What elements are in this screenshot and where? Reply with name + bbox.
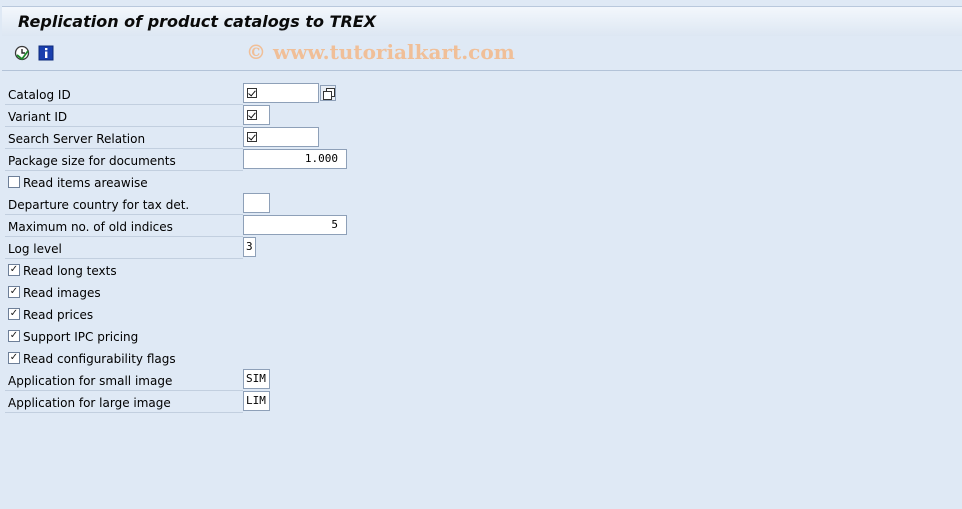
sap-window: Replication of product catalogs to TREX …	[2, 6, 962, 509]
read-long-texts-label: Read long texts	[23, 264, 117, 278]
search-server-relation-row: Search Server Relation	[5, 127, 243, 149]
support-ipc-pricing-row: ✓ Support IPC pricing	[5, 325, 243, 347]
multiple-selection-icon[interactable]	[320, 85, 336, 101]
execute-button[interactable]	[14, 45, 30, 61]
read-images-checkbox[interactable]: ✓	[8, 286, 20, 298]
log-level-input[interactable]: 3	[243, 237, 256, 257]
support-ipc-pricing-checkbox[interactable]: ✓	[8, 330, 20, 342]
app-large-image-row: Application for large image	[5, 391, 243, 413]
read-long-texts-checkbox[interactable]: ✓	[8, 264, 20, 276]
page-title: Replication of product catalogs to TREX	[18, 12, 377, 31]
max-old-indices-row: Maximum no. of old indices	[5, 215, 243, 237]
read-configurability-flags-label: Read configurability flags	[23, 352, 176, 366]
read-images-row: ✓ Read images	[5, 281, 243, 303]
log-level-row: Log level	[5, 237, 243, 259]
execute-clock-icon	[14, 45, 30, 61]
catalog-id-row: Catalog ID	[5, 83, 243, 105]
read-images-label: Read images	[23, 286, 101, 300]
log-level-label: Log level	[8, 242, 62, 256]
read-prices-checkbox[interactable]: ✓	[8, 308, 20, 320]
catalog-id-input[interactable]	[243, 83, 319, 103]
selection-screen: Catalog ID Variant ID Search Server Rela…	[2, 72, 962, 509]
watermark: © www.tutorialkart.com	[246, 40, 515, 64]
app-large-image-label: Application for large image	[8, 396, 171, 410]
variant-id-row: Variant ID	[5, 105, 243, 127]
catalog-id-label: Catalog ID	[8, 88, 71, 102]
app-small-image-input[interactable]: SIM	[243, 369, 270, 389]
app-small-image-label: Application for small image	[8, 374, 173, 388]
support-ipc-pricing-label: Support IPC pricing	[23, 330, 139, 344]
max-old-indices-input[interactable]: 5	[243, 215, 347, 235]
info-button[interactable]	[38, 45, 54, 61]
read-configurability-flags-row: ✓ Read configurability flags	[5, 347, 243, 369]
departure-country-label: Departure country for tax det.	[8, 198, 190, 212]
package-size-row: Package size for documents	[5, 149, 243, 171]
package-size-input[interactable]: 1.000	[243, 149, 347, 169]
departure-country-row: Departure country for tax det.	[5, 193, 243, 215]
title-bar: Replication of product catalogs to TREX	[2, 6, 962, 36]
read-prices-row: ✓ Read prices	[5, 303, 243, 325]
info-icon	[38, 45, 54, 61]
read-long-texts-row: ✓ Read long texts	[5, 259, 243, 281]
package-size-label: Package size for documents	[8, 154, 176, 168]
read-prices-label: Read prices	[23, 308, 94, 322]
app-small-image-row: Application for small image	[5, 369, 243, 391]
required-entry-icon	[247, 88, 257, 98]
search-server-relation-input[interactable]	[243, 127, 319, 147]
variant-id-label: Variant ID	[8, 110, 68, 124]
read-configurability-flags-checkbox[interactable]: ✓	[8, 352, 20, 364]
read-items-areawise-row: Read items areawise	[5, 171, 243, 193]
application-toolbar: © www.tutorialkart.com	[2, 37, 962, 71]
read-items-areawise-label: Read items areawise	[23, 176, 148, 190]
read-items-areawise-checkbox[interactable]	[8, 176, 20, 188]
departure-country-input[interactable]	[243, 193, 270, 213]
required-entry-icon	[247, 132, 257, 142]
search-server-relation-label: Search Server Relation	[8, 132, 146, 146]
required-entry-icon	[247, 110, 257, 120]
max-old-indices-label: Maximum no. of old indices	[8, 220, 173, 234]
app-large-image-input[interactable]: LIM	[243, 391, 270, 411]
variant-id-input[interactable]	[243, 105, 270, 125]
